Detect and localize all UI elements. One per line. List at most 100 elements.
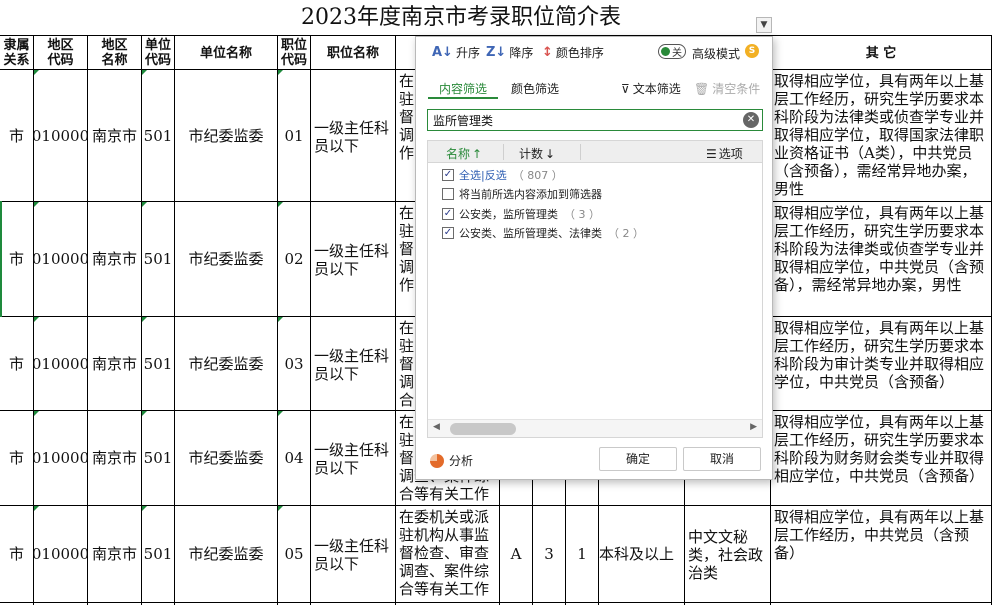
cell-position-name[interactable]: 一级主任科员以下	[311, 506, 395, 602]
funnel-icon: ⊽	[621, 81, 630, 96]
cell-unit-code[interactable]: 501	[142, 317, 174, 410]
cell-position-code[interactable]: 04	[278, 411, 310, 505]
cell-description[interactable]: 在委机关或派驻机构从事监督检查、审查调查、案件综合等有关工作	[396, 506, 499, 602]
header-position-name[interactable]: 职位名称	[311, 37, 395, 69]
cell-other[interactable]: 取得相应学位，具有两年以上基层工作经历，研究生学历要求本科阶段为审计类专业并取得…	[771, 317, 991, 410]
cell-unit-code[interactable]: 501	[142, 70, 174, 201]
cell-position-name[interactable]: 一级主任科员以下	[311, 411, 395, 505]
cell-position-name[interactable]: 一级主任科员以下	[311, 202, 395, 316]
cell-relation[interactable]: 市	[0, 317, 33, 410]
cell-area-name[interactable]: 南京市	[88, 506, 141, 602]
cell-number[interactable]: 3	[533, 506, 565, 602]
cell-unit-name[interactable]: 市纪委监委	[175, 70, 277, 201]
analysis-button[interactable]: 分析	[430, 452, 473, 469]
cell-position-code[interactable]: 02	[278, 202, 310, 316]
options-button[interactable]: ☰ 选项	[706, 145, 743, 162]
select-all-link[interactable]: 全选	[459, 167, 481, 183]
header-area-code[interactable]: 地区 代码	[34, 37, 87, 69]
cell-unit-name[interactable]: 市纪委监委	[175, 506, 277, 602]
options-label: 选项	[718, 147, 743, 161]
cell-area-name[interactable]: 南京市	[88, 70, 141, 201]
cell-unit-code[interactable]: 501	[142, 202, 174, 316]
cell-position-name[interactable]: 一级主任科员以下	[311, 70, 395, 201]
arrow-down-icon: ↓	[545, 146, 556, 161]
cell-area-code[interactable]: 010000	[34, 506, 87, 602]
scrollbar-thumb[interactable]	[450, 423, 516, 435]
cell-position-code[interactable]: 05	[278, 506, 310, 602]
header-area-name[interactable]: 地区 名称	[88, 37, 141, 69]
cell-category[interactable]: A	[500, 506, 532, 602]
cell-indicator-icon	[278, 411, 283, 416]
cell-position-code[interactable]: 01	[278, 70, 310, 201]
tab-content-filter[interactable]: 内容筛选	[439, 80, 487, 97]
cell-unit-name[interactable]: 市纪委监委	[175, 202, 277, 316]
filter-footer: 分析 确定 取消	[416, 445, 772, 479]
invert-selection-link[interactable]: 反选	[485, 167, 507, 183]
list-item-add-to-filter[interactable]: 将当前所选内容添加到筛选器	[442, 185, 602, 203]
header-other[interactable]: 其 它	[771, 37, 991, 69]
cell-other[interactable]: 取得相应学位，具有两年以上基层工作经历，中共党员（含预备）	[771, 506, 991, 602]
cell-unit-name[interactable]: 市纪委监委	[175, 317, 277, 410]
filter-search-input[interactable]	[431, 111, 731, 129]
cell-relation[interactable]: 市	[0, 506, 33, 602]
cell-major[interactable]: 中文文秘类，社会政治类	[685, 506, 770, 602]
cell-area-code[interactable]: 010000	[34, 70, 87, 201]
checkbox-checked-icon[interactable]: ✓	[442, 169, 454, 181]
header-position-code[interactable]: 职位 代码	[278, 37, 310, 69]
text-filter-button[interactable]: ⊽ 文本筛选	[621, 80, 681, 97]
color-sort-label: 颜色排序	[555, 45, 604, 60]
list-item[interactable]: ✓ 公安类、监所管理类、法律类 （ 2 ）	[442, 224, 644, 242]
header-relation[interactable]: 隶属 关系	[0, 37, 33, 69]
ok-button[interactable]: 确定	[599, 447, 677, 471]
cell-area-name[interactable]: 南京市	[88, 317, 141, 410]
sort-descending-label: 降序	[509, 45, 534, 60]
checkbox-checked-icon[interactable]: ✓	[442, 227, 454, 239]
cell-relation[interactable]: 市	[0, 202, 33, 316]
header-unit-name[interactable]: 单位名称	[175, 37, 277, 69]
clear-search-icon[interactable]: ✕	[743, 112, 759, 128]
cell-unit-name[interactable]: 市纪委监委	[175, 411, 277, 505]
sort-by-name-button[interactable]: 名称 ↑	[446, 145, 482, 162]
color-sort-button[interactable]: ↕ 颜色排序	[542, 44, 604, 60]
filter-popup: A↓ 升序 Z↓ 降序 ↕ 颜色排序 关 高级模式 S 内容筛选 颜色筛选 ⊽ …	[415, 36, 773, 480]
cancel-button[interactable]: 取消	[683, 447, 761, 471]
header-unit-code[interactable]: 单位 代码	[142, 37, 174, 69]
item-count: （ 2 ）	[608, 227, 644, 240]
sort-descending-button[interactable]: Z↓ 降序	[486, 44, 533, 60]
sort-by-count-button[interactable]: 计数 ↓	[519, 145, 555, 162]
cell-area-name[interactable]: 南京市	[88, 411, 141, 505]
scroll-right-icon[interactable]: ▶	[750, 422, 757, 432]
list-item-select-all[interactable]: ✓ 全选 | 反选 （ 807 ）	[442, 166, 563, 184]
cell-other[interactable]: 取得相应学位，具有两年以上基层工作经历，研究生学历要求本科阶段为法律类或侦查学专…	[771, 70, 991, 201]
list-item[interactable]: ✓ 公安类，监所管理类 （ 3 ）	[442, 205, 600, 223]
cell-unit-code[interactable]: 501	[142, 506, 174, 602]
cell-number-2[interactable]: 1	[566, 506, 598, 602]
horizontal-scrollbar[interactable]: ◀ ▶	[428, 419, 762, 437]
cell-unit-code[interactable]: 501	[142, 411, 174, 505]
cell-area-code[interactable]: 010000	[34, 317, 87, 410]
cell-indicator-icon	[34, 317, 39, 322]
sort-descending-icon: Z↓	[486, 44, 507, 60]
cell-education[interactable]: 本科及以上	[599, 506, 684, 602]
cell-other[interactable]: 取得相应学位，具有两年以上基层工作经历，研究生学历要求本科阶段为法律类或侦查学专…	[771, 202, 991, 316]
advanced-mode-toggle[interactable]: 关	[658, 44, 686, 59]
cell-indicator-icon	[142, 506, 147, 511]
cell-area-code[interactable]: 010000	[34, 411, 87, 505]
cell-relation[interactable]: 市	[0, 411, 33, 505]
cell-other[interactable]: 取得相应学位，具有两年以上基层工作经历，研究生学历要求本科阶段为财务财会类专业并…	[771, 411, 991, 505]
checkbox-checked-icon[interactable]: ✓	[442, 208, 454, 220]
cell-area-code[interactable]: 010000	[34, 202, 87, 316]
clear-conditions-button[interactable]: 🗑 清空条件	[694, 80, 760, 97]
filter-toolbar: A↓ 升序 Z↓ 降序 ↕ 颜色排序 关 高级模式 S	[416, 37, 772, 67]
tab-color-filter[interactable]: 颜色筛选	[511, 80, 559, 97]
checkbox-unchecked-icon[interactable]	[442, 188, 454, 200]
cell-position-code[interactable]: 03	[278, 317, 310, 410]
cell-area-name[interactable]: 南京市	[88, 202, 141, 316]
cell-indicator-icon	[142, 202, 147, 207]
clear-conditions-label: 清空条件	[712, 82, 761, 96]
scroll-left-icon[interactable]: ◀	[433, 422, 440, 432]
filter-dropdown-button[interactable]: ▼	[756, 17, 772, 33]
sort-ascending-button[interactable]: A↓ 升序	[432, 44, 480, 60]
cell-position-name[interactable]: 一级主任科员以下	[311, 317, 395, 410]
cell-relation[interactable]: 市	[0, 70, 33, 201]
